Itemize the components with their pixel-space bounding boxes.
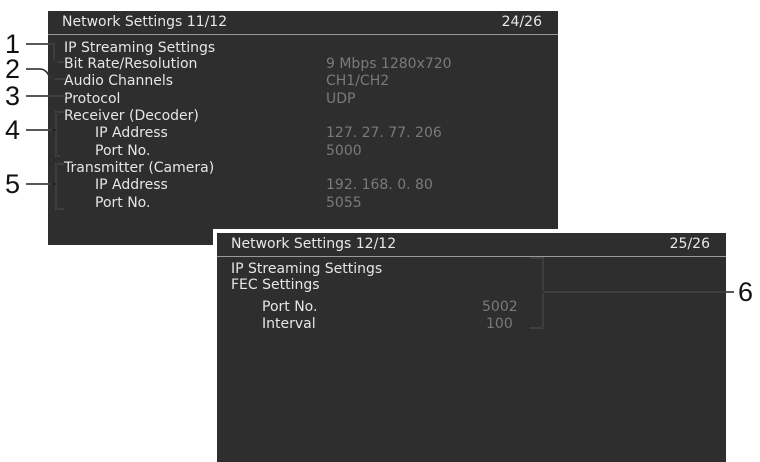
callout-2: 2 — [5, 54, 21, 84]
callout-6: 6 — [738, 277, 754, 307]
callout-4: 4 — [5, 115, 21, 145]
callout-lines — [26, 43, 734, 329]
callout-5: 5 — [5, 169, 21, 199]
callout-3: 3 — [5, 81, 21, 111]
